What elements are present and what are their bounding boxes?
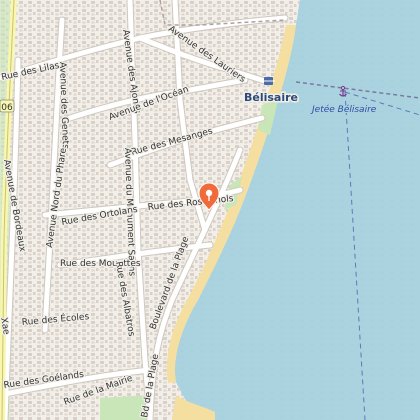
place-name: Bélisaire	[244, 91, 298, 104]
jetty-label: Jetée Bélisaire	[310, 104, 377, 115]
map-view[interactable]: 06 Rue des Lilas Avenue des Lauriers Ave…	[0, 0, 420, 420]
label-mouettes: Rue des Mouettes	[60, 259, 141, 269]
label-cut: Xae	[0, 317, 11, 336]
road-number: 06	[1, 103, 13, 113]
map-canvas[interactable]: 06 Rue des Lilas Avenue des Lauriers Ave…	[0, 0, 420, 420]
